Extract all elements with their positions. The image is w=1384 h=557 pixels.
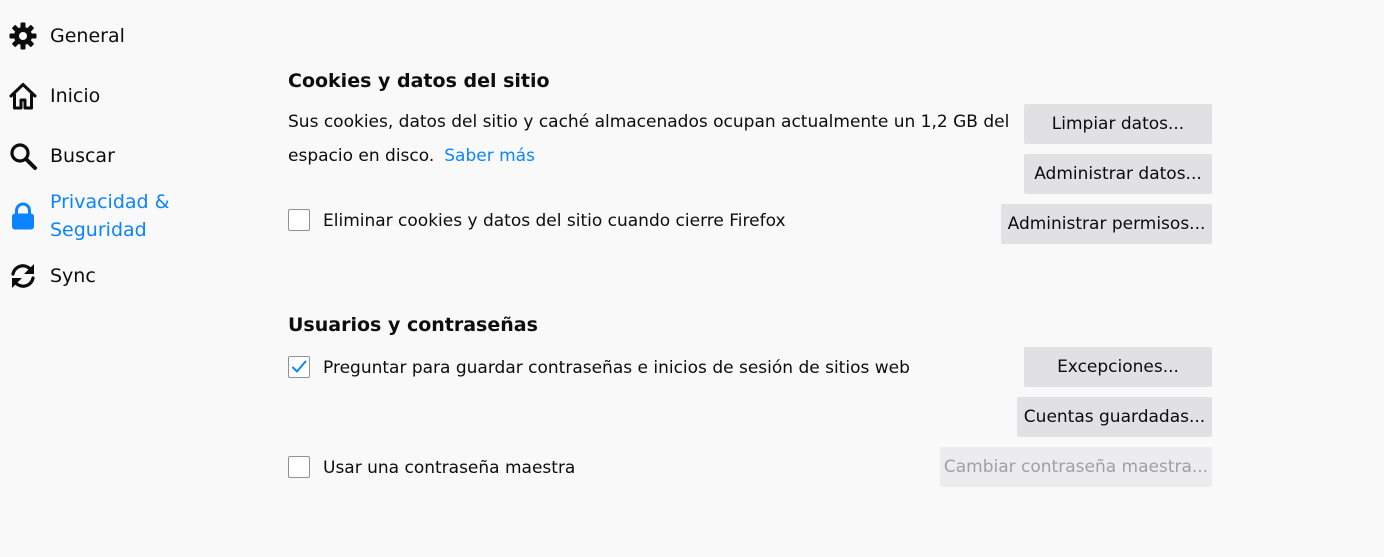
search-icon <box>8 142 40 170</box>
master-password-checkbox[interactable] <box>288 456 310 478</box>
sidebar-item-general[interactable]: General <box>8 22 125 50</box>
clear-data-button[interactable]: Limpiar datos... <box>1024 104 1212 144</box>
sidebar-item-label-line2: Seguridad <box>50 219 147 241</box>
sidebar: General Inicio Buscar Privacidad & Segur… <box>0 0 240 557</box>
sidebar-item-label: Inicio <box>50 85 101 107</box>
sidebar-item-label-line1: Privacidad & <box>50 191 170 213</box>
manage-permissions-button[interactable]: Administrar permisos... <box>1001 204 1212 244</box>
sync-icon <box>8 262 40 290</box>
lock-icon <box>8 188 40 244</box>
sidebar-item-buscar[interactable]: Buscar <box>8 142 115 170</box>
sidebar-item-label: Privacidad & Seguridad <box>50 188 169 244</box>
ask-to-save-logins-label: Preguntar para guardar contraseñas e ini… <box>323 358 910 378</box>
master-password-label: Usar una contraseña maestra <box>323 458 576 478</box>
change-master-password-button[interactable]: Cambiar contraseña maestra... <box>940 447 1212 487</box>
exceptions-button[interactable]: Excepciones... <box>1024 347 1212 387</box>
cookies-description-line2-row: espacio en disco. Saber más <box>288 139 535 173</box>
delete-cookies-on-close-label: Eliminar cookies y datos del sitio cuand… <box>323 211 786 231</box>
sidebar-item-privacidad[interactable]: Privacidad & Seguridad <box>8 188 169 244</box>
cookies-section-title: Cookies y datos del sitio <box>288 70 550 92</box>
ask-to-save-logins-checkbox[interactable] <box>288 356 310 378</box>
learn-more-link[interactable]: Saber más <box>444 146 535 166</box>
cookies-description-line2: espacio en disco. <box>288 146 435 166</box>
sidebar-item-inicio[interactable]: Inicio <box>8 82 100 110</box>
logins-section-title: Usuarios y contraseñas <box>288 314 538 336</box>
sidebar-item-label: Sync <box>50 265 96 287</box>
cookies-description-line1: Sus cookies, datos del sitio y caché alm… <box>288 112 1010 132</box>
saved-logins-button[interactable]: Cuentas guardadas... <box>1017 397 1212 437</box>
sidebar-item-label: Buscar <box>50 145 115 167</box>
sidebar-item-label: General <box>50 25 125 47</box>
gear-icon <box>8 22 40 50</box>
manage-data-button[interactable]: Administrar datos... <box>1024 154 1212 194</box>
sidebar-item-sync[interactable]: Sync <box>8 262 96 290</box>
delete-cookies-on-close-checkbox[interactable] <box>288 209 310 231</box>
home-icon <box>8 82 40 110</box>
checkmark-icon <box>292 360 307 373</box>
